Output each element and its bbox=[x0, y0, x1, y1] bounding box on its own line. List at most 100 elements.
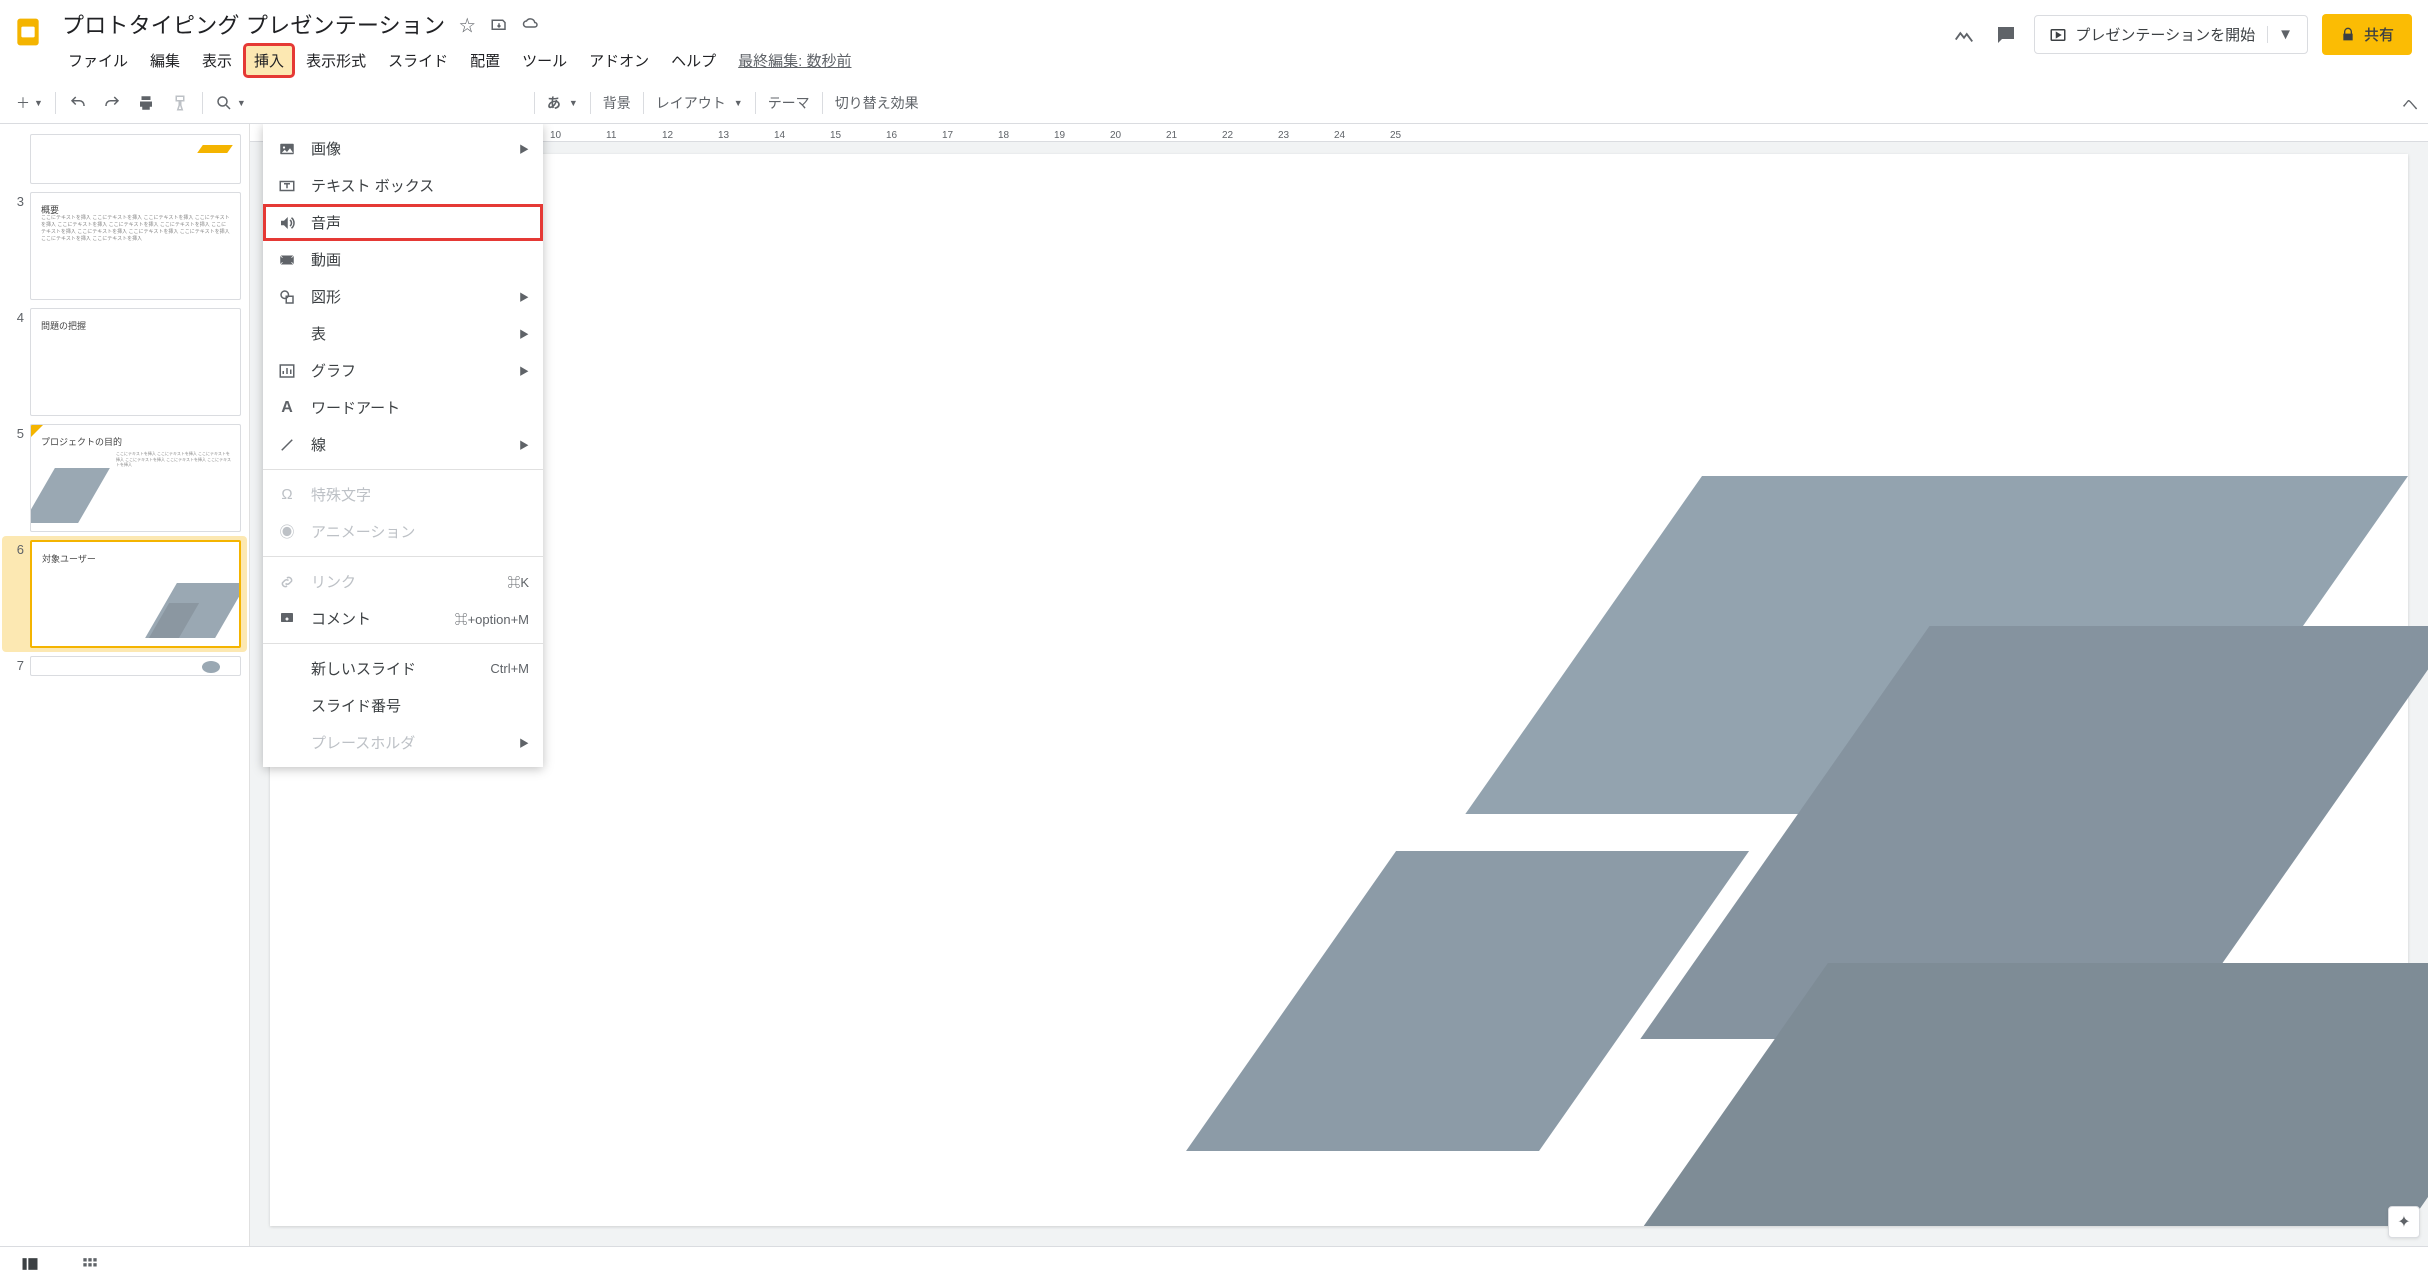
thumbnail-preview[interactable]: 対象ユーザー bbox=[30, 540, 241, 648]
menu-arrange[interactable]: 配置 bbox=[460, 44, 510, 77]
thumbnail-preview[interactable]: 概要ここにテキストを挿入 ここにテキストを挿入 ここにテキストを挿入 ここにテキ… bbox=[30, 192, 241, 300]
layout-label: レイアウト bbox=[656, 93, 726, 113]
move-icon[interactable] bbox=[489, 14, 509, 34]
insert-comment-label: コメント bbox=[311, 608, 371, 629]
new-slide-button[interactable]: ＋▼ bbox=[10, 87, 49, 119]
transition-button[interactable]: 切り替え効果 bbox=[829, 87, 925, 119]
share-label: 共有 bbox=[2364, 24, 2394, 45]
thumbnail-preview[interactable]: プロジェクトの目的ここにテキストを挿入 ここにテキストを挿入 ここにテキストを挿… bbox=[30, 424, 241, 532]
thumbnail-7[interactable]: 7 bbox=[2, 652, 247, 680]
thumbnail-4[interactable]: 4 問題の把握 bbox=[2, 304, 247, 420]
canvas-area: 5678910111213141516171819202122232425 ザー… bbox=[250, 124, 2428, 1246]
ruler-tick: 25 bbox=[1390, 130, 1446, 141]
menu-file[interactable]: ファイル bbox=[58, 44, 138, 77]
thumbnail-partial[interactable] bbox=[2, 130, 247, 188]
insert-image[interactable]: 画像 ▶ bbox=[263, 130, 543, 167]
menu-insert[interactable]: 挿入 bbox=[244, 44, 294, 77]
new-slide-label: 新しいスライド bbox=[311, 658, 416, 679]
insert-table-label: 表 bbox=[311, 323, 326, 344]
insert-video[interactable]: 動画 bbox=[263, 241, 543, 278]
insert-table[interactable]: 表▶ bbox=[263, 315, 543, 352]
insert-audio[interactable]: 音声 bbox=[263, 204, 543, 241]
menu-help[interactable]: ヘルプ bbox=[661, 44, 726, 77]
insert-chart[interactable]: グラフ ▶ bbox=[263, 352, 543, 389]
submenu-arrow-icon: ▶ bbox=[519, 141, 529, 156]
insert-image-label: 画像 bbox=[311, 138, 341, 159]
filmstrip-view-icon[interactable] bbox=[20, 1254, 40, 1279]
footer bbox=[0, 1246, 2428, 1286]
toolbar: ＋▼ ▼ あ▼ 背景 レイアウト▼ テーマ 切り替え効果 ヘ bbox=[0, 83, 2428, 124]
insert-line[interactable]: 線▶ bbox=[263, 426, 543, 463]
insert-new-slide[interactable]: 新しいスライド Ctrl+M bbox=[263, 650, 543, 687]
slide-canvas[interactable]: ザー bbox=[270, 154, 2408, 1226]
submenu-arrow-icon: ▶ bbox=[519, 735, 529, 750]
background-button[interactable]: 背景 bbox=[597, 87, 637, 119]
menu-format[interactable]: 表示形式 bbox=[296, 44, 376, 77]
cloud-icon[interactable] bbox=[521, 14, 541, 34]
insert-dropdown: 画像▶ テキスト ボックス 音声 動画 図形▶ 表▶ グラフ▶ Aワードアート … bbox=[263, 124, 543, 767]
ruler-tick: 17 bbox=[942, 130, 998, 141]
insert-comment[interactable]: コメント ⌘+option+M bbox=[263, 600, 543, 637]
thumbnail-preview[interactable]: 問題の把握 bbox=[30, 308, 241, 416]
insert-shape[interactable]: 図形▶ bbox=[263, 278, 543, 315]
wordart-icon: A bbox=[277, 398, 297, 418]
insert-audio-label: 音声 bbox=[311, 212, 341, 233]
slide-number-label: スライド番号 bbox=[311, 695, 401, 716]
ruler-tick: 18 bbox=[998, 130, 1054, 141]
thumbnail-panel: 3概要ここにテキストを挿入 ここにテキストを挿入 ここにテキストを挿入 ここにテ… bbox=[0, 124, 250, 1246]
link-icon bbox=[277, 572, 297, 592]
ruler-tick: 13 bbox=[718, 130, 774, 141]
thumbnail-6[interactable]: 6 対象ユーザー bbox=[2, 536, 247, 652]
insert-link: リンク⌘K bbox=[263, 563, 543, 600]
explore-button[interactable]: ✦ bbox=[2388, 1206, 2420, 1238]
thumbnail-number: 4 bbox=[8, 308, 24, 325]
thumbnail-title: 対象ユーザー bbox=[42, 552, 96, 565]
shape-icon bbox=[277, 287, 297, 307]
grid-view-icon[interactable] bbox=[80, 1254, 100, 1279]
input-mode-button[interactable]: あ▼ bbox=[541, 87, 584, 119]
document-title[interactable]: プロトタイピング プレゼンテーション bbox=[62, 8, 445, 40]
star-icon[interactable]: ☆ bbox=[457, 14, 477, 34]
thumbnail-preview[interactable] bbox=[30, 656, 241, 676]
undo-button[interactable] bbox=[62, 87, 94, 119]
thumbnail-5[interactable]: 5プロジェクトの目的ここにテキストを挿入 ここにテキストを挿入 ここにテキストを… bbox=[2, 420, 247, 536]
new-slide-shortcut: Ctrl+M bbox=[490, 661, 529, 676]
insert-shape-label: 図形 bbox=[311, 286, 341, 307]
print-button[interactable] bbox=[130, 87, 162, 119]
menu-tools[interactable]: ツール bbox=[512, 44, 577, 77]
insert-wordart-label: ワードアート bbox=[311, 397, 400, 418]
insert-animation-label: アニメーション bbox=[311, 521, 415, 542]
input-mode-label: あ bbox=[547, 93, 561, 113]
insert-link-label: リンク bbox=[311, 571, 356, 592]
present-dropdown-icon[interactable]: ▼ bbox=[2267, 26, 2293, 43]
present-label: プレゼンテーションを開始 bbox=[2075, 24, 2255, 45]
collapse-toolbar-icon[interactable]: ヘ bbox=[2402, 91, 2418, 115]
activity-icon[interactable] bbox=[1950, 21, 1978, 49]
ruler-tick: 23 bbox=[1278, 130, 1334, 141]
menu-slide[interactable]: スライド bbox=[378, 44, 458, 77]
zoom-button[interactable]: ▼ bbox=[209, 87, 252, 119]
ruler-tick: 24 bbox=[1334, 130, 1390, 141]
theme-button[interactable]: テーマ bbox=[762, 87, 816, 119]
slides-logo[interactable] bbox=[8, 12, 48, 52]
share-button[interactable]: 共有 bbox=[2322, 14, 2412, 55]
comment-shortcut: ⌘+option+M bbox=[455, 609, 529, 628]
menu-addons[interactable]: アドオン bbox=[579, 44, 659, 77]
present-button[interactable]: プレゼンテーションを開始 ▼ bbox=[2034, 15, 2308, 54]
thumbnail-preview[interactable] bbox=[30, 134, 241, 184]
comments-icon[interactable] bbox=[1992, 21, 2020, 49]
insert-textbox[interactable]: テキスト ボックス bbox=[263, 167, 543, 204]
submenu-arrow-icon: ▶ bbox=[519, 363, 529, 378]
layout-button[interactable]: レイアウト▼ bbox=[650, 87, 749, 119]
line-icon bbox=[277, 435, 297, 455]
thumbnail-3[interactable]: 3概要ここにテキストを挿入 ここにテキストを挿入 ここにテキストを挿入 ここにテ… bbox=[2, 188, 247, 304]
paint-format-button[interactable] bbox=[164, 87, 196, 119]
thumbnail-number: 6 bbox=[8, 540, 24, 557]
redo-button[interactable] bbox=[96, 87, 128, 119]
last-edit[interactable]: 最終編集: 数秒前 bbox=[728, 44, 861, 77]
insert-wordart[interactable]: A ワードアート bbox=[263, 389, 543, 426]
menu-edit[interactable]: 編集 bbox=[140, 44, 190, 77]
insert-slide-number[interactable]: スライド番号 bbox=[263, 687, 543, 724]
menu-view[interactable]: 表示 bbox=[192, 44, 242, 77]
insert-chart-label: グラフ bbox=[311, 360, 356, 381]
